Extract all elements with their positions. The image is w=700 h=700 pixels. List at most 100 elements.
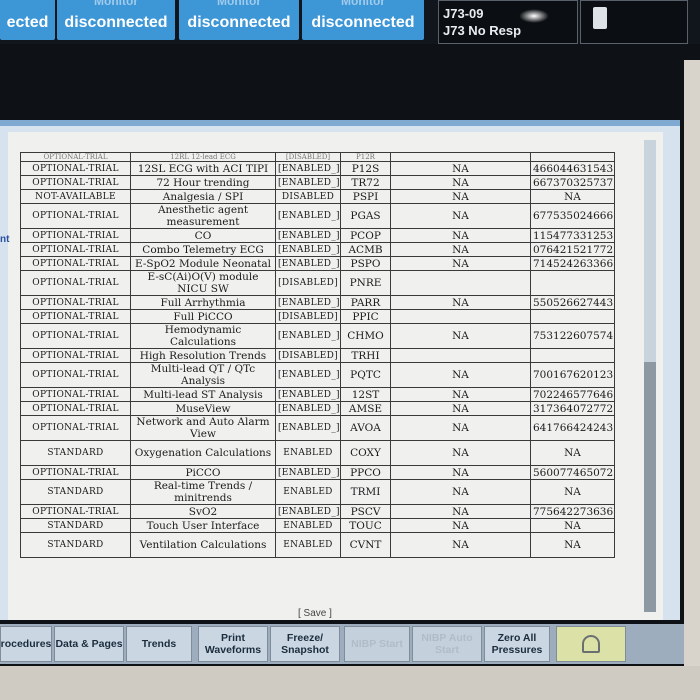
table-row[interactable]: OPTIONAL-TRIAL E-sC(Ai)O(V) module NICU S… [20, 270, 615, 296]
parameter-tile-2[interactable]: Monitor disconnected [57, 0, 175, 40]
print-waveforms-button[interactable]: Print Waveforms [198, 626, 268, 662]
cell-feature: Analgesia / SPI [130, 189, 276, 204]
nibp-start-button[interactable]: NIBP Start [344, 626, 410, 662]
zero-all-pressures-button[interactable]: Zero All Pressures [484, 626, 550, 662]
table-row[interactable]: OPTIONAL-TRIAL CO [ENABLED_] PCOP NA 11547733… [20, 228, 615, 243]
table-row[interactable]: OPTIONAL-TRIAL SvO2 [ENABLED_] PSCV NA 775642… [20, 504, 615, 519]
cell-na: NA [390, 175, 531, 190]
cell-status: STANDARD [20, 518, 131, 533]
cell-na: NA [390, 323, 531, 349]
cell-code: PARR [340, 295, 391, 310]
trends-button[interactable]: Trends [126, 626, 192, 662]
cell-status: STANDARD [20, 532, 131, 558]
cell-na: NA [390, 362, 531, 388]
tile-status: disconnected [187, 14, 291, 31]
cell-feature: Combo Telemetry ECG [130, 242, 276, 257]
cell-enabled: [ENABLED_] [275, 295, 341, 310]
cell-code: AMSE [340, 401, 391, 416]
table-row[interactable]: OPTIONAL-TRIAL Multi-lead QT / QTc Analys… [20, 362, 615, 388]
alarm-message-box[interactable]: J73-09 J73 No Resp [438, 0, 578, 44]
table-row[interactable]: OPTIONAL-TRIAL MuseView [ENABLED_] AMSE NA 31… [20, 401, 615, 416]
cell-na: NA [390, 295, 531, 310]
cell-na: NA [390, 161, 531, 176]
cell-serial [530, 348, 615, 363]
table-row[interactable]: OPTIONAL-TRIAL 72 Hour trending [ENABLED_]… [20, 175, 615, 190]
cell-serial: 115477331253 [530, 228, 615, 243]
cell-na: NA [390, 479, 531, 505]
cell-serial: 775642273636 [530, 504, 615, 519]
table-row[interactable]: OPTIONAL-TRIAL E-SpO2 Module Neonatal [ENA… [20, 256, 615, 271]
cell-status: OPTIONAL-TRIAL [20, 175, 131, 190]
table-row[interactable]: OPTIONAL-TRIAL Combo Telemetry ECG [ENABLE… [20, 242, 615, 257]
cell-feature: E-sC(Ai)O(V) module NICU SW [130, 270, 276, 296]
alarm-silence-button[interactable] [556, 626, 626, 662]
cell-serial: 667370325737 [530, 175, 615, 190]
cell-status: NOT-AVAILABLE [20, 189, 131, 204]
table-row[interactable]: OPTIONAL-TRIAL 12SL ECG with ACI TIPI [ENA… [20, 161, 615, 176]
cell-na: NA [390, 440, 531, 466]
nibp-auto-start-button[interactable]: NIBP Auto Start [412, 626, 482, 662]
cell-feature: 12SL ECG with ACI TIPI [130, 161, 276, 176]
freeze-snapshot-button[interactable]: Freeze/ Snapshot [270, 626, 340, 662]
table-row[interactable]: OPTIONAL-TRIAL High Resolution Trends [DIS… [20, 348, 615, 363]
softkey-label: NIBP Auto Start [421, 632, 473, 656]
cell-serial [530, 152, 615, 162]
cell-code: PNRE [340, 270, 391, 296]
cell-feature: Multi-lead QT / QTc Analysis [130, 362, 276, 388]
table-row[interactable]: STANDARD Real-time Trends / minitrends ENA… [20, 479, 615, 505]
cell-enabled: [ENABLED_] [275, 387, 341, 402]
data-pages-button[interactable]: Data & Pages [54, 626, 124, 662]
cell-serial: 076421521772 [530, 242, 615, 257]
monitor-bezel [684, 60, 700, 700]
cell-serial: 466044631543 [530, 161, 615, 176]
softkey-bar: rocedures Data & Pages Trends Print Wave… [0, 624, 700, 664]
table-row[interactable]: NOT-AVAILABLE Analgesia / SPI DISABLED PSPI… [20, 189, 615, 204]
cell-na [390, 152, 531, 162]
cell-code: PCOP [340, 228, 391, 243]
tile-title: Monitor [217, 0, 261, 8]
cell-enabled: [ENABLED_] [275, 175, 341, 190]
table-row[interactable]: OPTIONAL-TRIAL Full Arrhythmia [ENABLED_] P… [20, 295, 615, 310]
table-row[interactable]: STANDARD Oxygenation Calculations ENABLED C… [20, 440, 615, 466]
cell-na: NA [390, 518, 531, 533]
cell-enabled: ENABLED [275, 518, 341, 533]
cell-serial: 700167620123 [530, 362, 615, 388]
cell-status: STANDARD [20, 479, 131, 505]
cell-code: ACMB [340, 242, 391, 257]
table-row[interactable]: STANDARD Ventilation Calculations ENABLED C… [20, 532, 615, 558]
cell-na: NA [390, 401, 531, 416]
table-row[interactable]: OPTIONAL-TRIAL Full PiCCO [DISABLED] PPIC [20, 309, 615, 324]
cell-serial: NA [530, 189, 615, 204]
cell-serial: NA [530, 479, 615, 505]
table-row[interactable]: OPTIONAL-TRIAL Network and Auto Alarm Vie… [20, 415, 615, 441]
table-row[interactable]: OPTIONAL-TRIAL Hemodynamic Calculations [E… [20, 323, 615, 349]
alarm-line-1: J73-09 [443, 6, 484, 21]
parameter-tile-4[interactable]: Monitor disconnected [302, 0, 424, 40]
scrollbar-thumb[interactable] [644, 362, 656, 612]
cell-feature: High Resolution Trends [130, 348, 276, 363]
cell-status: STANDARD [20, 440, 131, 466]
parameter-tile-3[interactable]: Monitor disconnected [179, 0, 299, 40]
cell-code: PQTC [340, 362, 391, 388]
tile-status: disconnected [64, 14, 168, 31]
cell-code: AVOA [340, 415, 391, 441]
cell-feature: PiCCO [130, 465, 276, 480]
cell-na: NA [390, 504, 531, 519]
procedures-button[interactable]: rocedures [0, 626, 52, 662]
cell-enabled: [ENABLED_] [275, 415, 341, 441]
alarm-line-2: J73 No Resp [443, 23, 522, 38]
table-row[interactable]: STANDARD Touch User Interface ENABLED TOUC N… [20, 518, 615, 533]
cell-feature: Hemodynamic Calculations [130, 323, 276, 349]
softkey-label: Freeze/ Snapshot [281, 632, 329, 656]
table-row[interactable]: OPTIONAL-TRIAL Multi-lead ST Analysis [ENA… [20, 387, 615, 402]
cell-na: NA [390, 465, 531, 480]
parameter-tile-1[interactable]: ected [0, 0, 55, 40]
save-button[interactable]: [ Save ] [298, 608, 332, 619]
table-row[interactable]: OPTIONAL-TRIAL PiCCO [ENABLED_] PPCO NA 56007… [20, 465, 615, 480]
table-row[interactable]: OPTIONAL-TRIAL Anesthetic agent measureme… [20, 203, 615, 229]
cell-enabled: ENABLED [275, 479, 341, 505]
bell-icon [582, 635, 600, 653]
cell-feature: Multi-lead ST Analysis [130, 387, 276, 402]
cell-code: TOUC [340, 518, 391, 533]
cell-serial: NA [530, 532, 615, 558]
